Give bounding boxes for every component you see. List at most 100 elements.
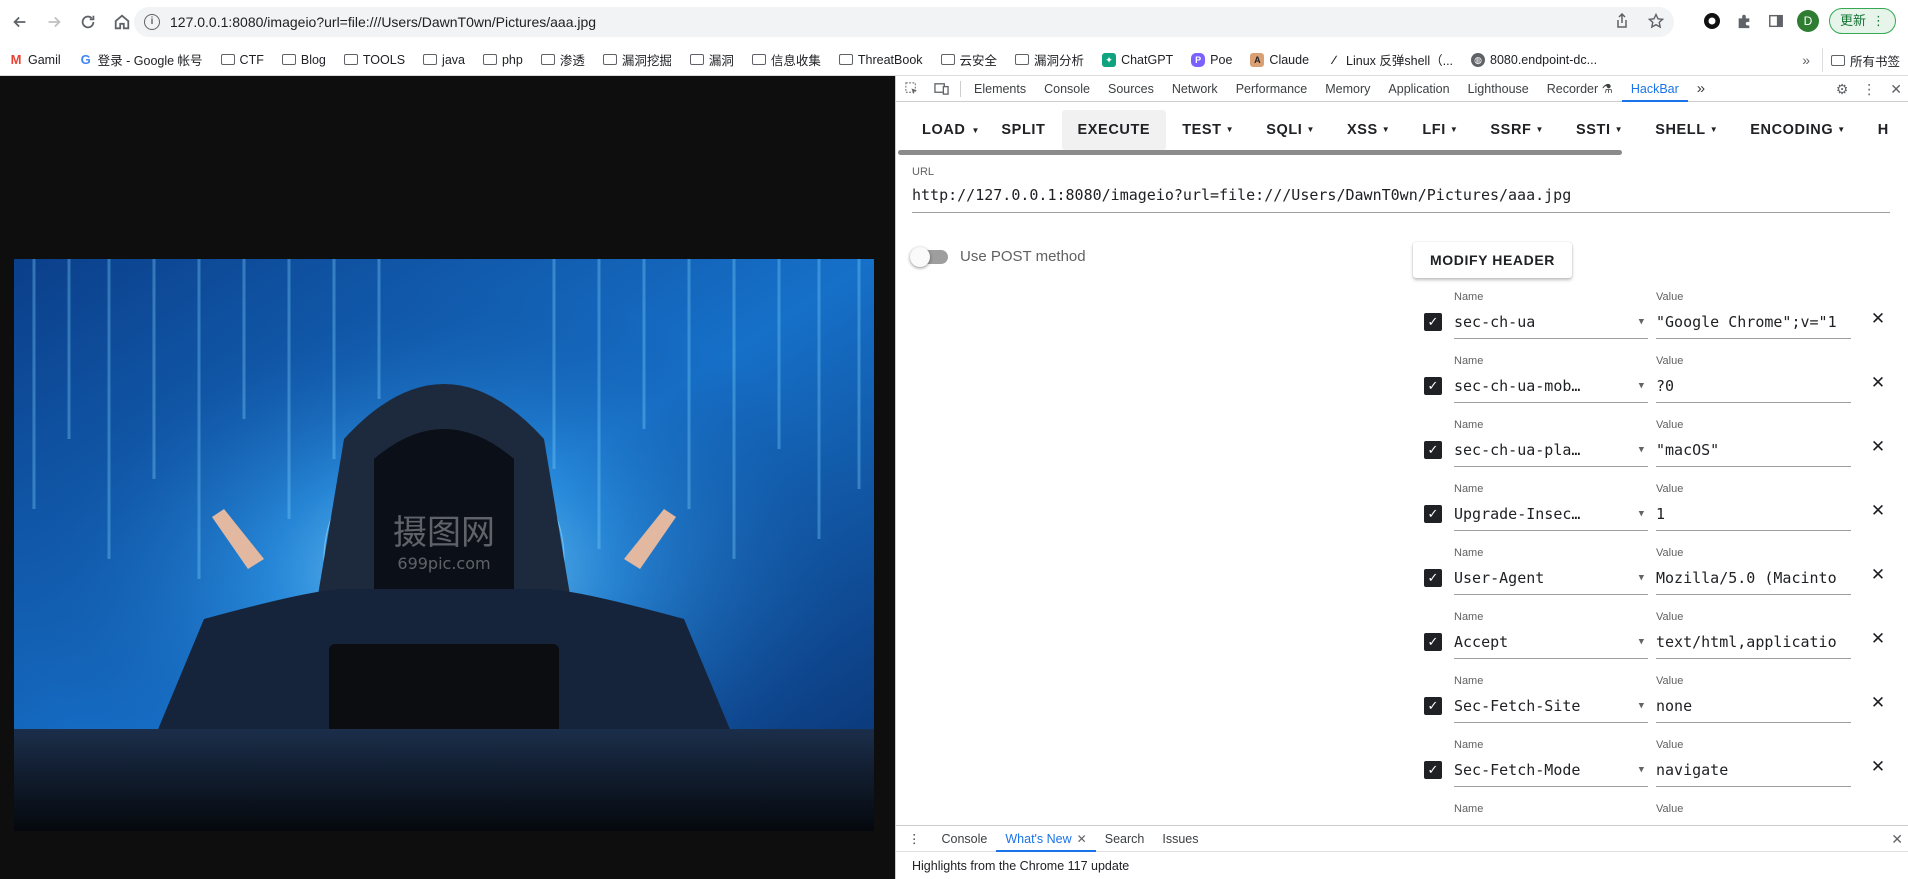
execute-button[interactable]: EXECUTE (1061, 110, 1167, 150)
hashing-menu-button-partial[interactable]: H (1862, 110, 1905, 150)
header-enabled-checkbox[interactable]: ✓ (1424, 441, 1442, 459)
side-panel-icon[interactable] (1765, 10, 1787, 32)
header-enabled-checkbox[interactable]: ✓ (1424, 313, 1442, 331)
tab-console[interactable]: Console (1035, 76, 1099, 102)
bookmark-vuln-hunting[interactable]: 漏洞挖掘 (594, 48, 681, 72)
lfi-menu-button[interactable]: LFI ▼ (1406, 110, 1474, 150)
header-value-input[interactable]: ?0 (1656, 371, 1851, 403)
delete-header-icon[interactable]: ✕ (1868, 501, 1888, 521)
ssti-menu-button[interactable]: SSTI ▼ (1560, 110, 1639, 150)
all-bookmarks[interactable]: 所有书签 (1821, 48, 1908, 72)
update-button[interactable]: 更新 ⋮ (1828, 8, 1896, 34)
header-name-select[interactable]: Sec-Fetch-Mode ▼ (1454, 755, 1648, 787)
address-bar[interactable]: i 127.0.0.1:8080/imageio?url=file:///Use… (134, 7, 1674, 37)
bookmark-pentest[interactable]: 渗透 (532, 48, 594, 72)
bookmark-blog[interactable]: Blog (273, 48, 335, 72)
bookmark-poe[interactable]: P Poe (1182, 48, 1241, 72)
shell-menu-button[interactable]: SHELL ▼ (1639, 110, 1734, 150)
site-info-icon[interactable]: i (144, 14, 160, 30)
header-enabled-checkbox[interactable]: ✓ (1424, 761, 1442, 779)
header-value-input[interactable]: Mozilla/5.0 (Macinto (1656, 563, 1851, 595)
url-textarea[interactable]: http://127.0.0.1:8080/imageio?url=file:/… (912, 186, 1890, 213)
delete-header-icon[interactable]: ✕ (1868, 629, 1888, 649)
bookmark-google-login[interactable]: G 登录 - Google 帐号 (70, 48, 212, 72)
bookmark-php[interactable]: php (474, 48, 532, 72)
header-value-input[interactable]: none (1656, 691, 1851, 723)
header-enabled-checkbox[interactable]: ✓ (1424, 633, 1442, 651)
bookmark-chatgpt[interactable]: ✦ ChatGPT (1093, 48, 1182, 72)
header-enabled-checkbox[interactable]: ✓ (1424, 569, 1442, 587)
header-value-input[interactable]: "Google Chrome";v="1 (1656, 307, 1851, 339)
close-drawer-icon[interactable]: ✕ (1891, 831, 1903, 848)
split-button[interactable]: SPLIT (985, 110, 1061, 150)
bookmark-cloud-security[interactable]: 云安全 (932, 48, 1007, 72)
bookmarks-more-button[interactable]: » (1802, 52, 1810, 68)
tab-elements[interactable]: Elements (965, 76, 1035, 102)
bookmark-gamil[interactable]: M Gamil (0, 48, 70, 72)
bookmark-info-gathering[interactable]: 信息收集 (743, 48, 830, 72)
back-button[interactable] (6, 8, 34, 36)
profile-avatar[interactable]: D (1796, 10, 1819, 32)
delete-header-icon[interactable]: ✕ (1868, 373, 1888, 393)
drawer-tab-console[interactable]: Console (933, 826, 997, 852)
tab-sources[interactable]: Sources (1099, 76, 1163, 102)
drawer-tab-issues[interactable]: Issues (1153, 826, 1207, 852)
header-name-select[interactable]: Accept ▼ (1454, 627, 1648, 659)
tab-network[interactable]: Network (1163, 76, 1227, 102)
header-enabled-checkbox[interactable]: ✓ (1424, 697, 1442, 715)
tab-hackbar[interactable]: HackBar (1621, 76, 1688, 102)
close-tab-icon[interactable]: ✕ (1077, 832, 1087, 846)
drawer-tab-whats-new[interactable]: What's New ✕ (996, 826, 1096, 852)
extension-black-circle-icon[interactable] (1701, 10, 1723, 32)
tab-recorder[interactable]: Recorder ⚗ (1538, 76, 1622, 102)
delete-header-icon[interactable]: ✕ (1868, 565, 1888, 585)
delete-header-icon[interactable]: ✕ (1868, 309, 1888, 329)
bookmark-endpoint[interactable]: ◍ 8080.endpoint-dc... (1462, 48, 1606, 72)
bookmark-star-icon[interactable] (1647, 12, 1665, 29)
share-icon[interactable] (1614, 12, 1630, 29)
test-menu-button[interactable]: TEST ▼ (1166, 110, 1250, 150)
post-method-toggle[interactable]: Use POST method (910, 246, 1086, 267)
header-value-input[interactable]: 1 (1656, 499, 1851, 531)
extensions-puzzle-icon[interactable] (1733, 10, 1755, 32)
hackbar-horizontal-scrollbar[interactable] (898, 150, 1622, 155)
bookmark-vulns[interactable]: 漏洞 (681, 48, 743, 72)
drawer-tab-search[interactable]: Search (1096, 826, 1154, 852)
load-button[interactable]: LOAD (906, 110, 981, 150)
tab-lighthouse[interactable]: Lighthouse (1459, 76, 1538, 102)
device-toolbar-icon[interactable] (926, 81, 956, 96)
bookmark-linux-shell[interactable]: ∕ Linux 反弹shell（... (1318, 48, 1462, 72)
delete-header-icon[interactable]: ✕ (1868, 693, 1888, 713)
ssrf-menu-button[interactable]: SSRF ▼ (1474, 110, 1560, 150)
settings-gear-icon[interactable]: ⚙ (1836, 81, 1849, 98)
delete-header-icon[interactable]: ✕ (1868, 757, 1888, 777)
delete-header-icon[interactable]: ✕ (1868, 437, 1888, 457)
header-name-select[interactable]: Upgrade-Insec… ▼ (1454, 499, 1648, 531)
modify-header-button[interactable]: MODIFY HEADER (1413, 242, 1572, 278)
header-enabled-checkbox[interactable]: ✓ (1424, 505, 1442, 523)
encoding-menu-button[interactable]: ENCODING ▼ (1734, 110, 1861, 150)
tab-performance[interactable]: Performance (1227, 76, 1317, 102)
close-devtools-icon[interactable]: ✕ (1890, 81, 1902, 98)
post-switch[interactable] (910, 246, 948, 267)
tab-memory[interactable]: Memory (1316, 76, 1379, 102)
header-value-input[interactable]: text/html,applicatio (1656, 627, 1851, 659)
inspect-element-icon[interactable] (896, 81, 926, 96)
tab-application[interactable]: Application (1379, 76, 1458, 102)
bookmark-threatbook[interactable]: ThreatBook (830, 48, 932, 72)
header-enabled-checkbox[interactable]: ✓ (1424, 377, 1442, 395)
bookmark-claude[interactable]: A Claude (1241, 48, 1318, 72)
header-value-input[interactable]: navigate (1656, 755, 1851, 787)
address-url[interactable]: 127.0.0.1:8080/imageio?url=file:///Users… (170, 14, 596, 30)
drawer-menu-icon[interactable]: ⋮ (896, 826, 933, 852)
header-name-select[interactable]: User-Agent ▼ (1454, 563, 1648, 595)
header-name-select[interactable]: sec-ch-ua-mob… ▼ (1454, 371, 1648, 403)
forward-button[interactable] (40, 8, 68, 36)
bookmark-vuln-analysis[interactable]: 漏洞分析 (1006, 48, 1093, 72)
header-name-select[interactable]: sec-ch-ua-pla… ▼ (1454, 435, 1648, 467)
xss-menu-button[interactable]: XSS ▼ (1331, 110, 1406, 150)
sqli-menu-button[interactable]: SQLI ▼ (1250, 110, 1331, 150)
more-vertical-icon[interactable]: ⋮ (1862, 81, 1876, 98)
reload-button[interactable] (74, 8, 102, 36)
more-tabs-button[interactable]: » (1688, 76, 1714, 102)
